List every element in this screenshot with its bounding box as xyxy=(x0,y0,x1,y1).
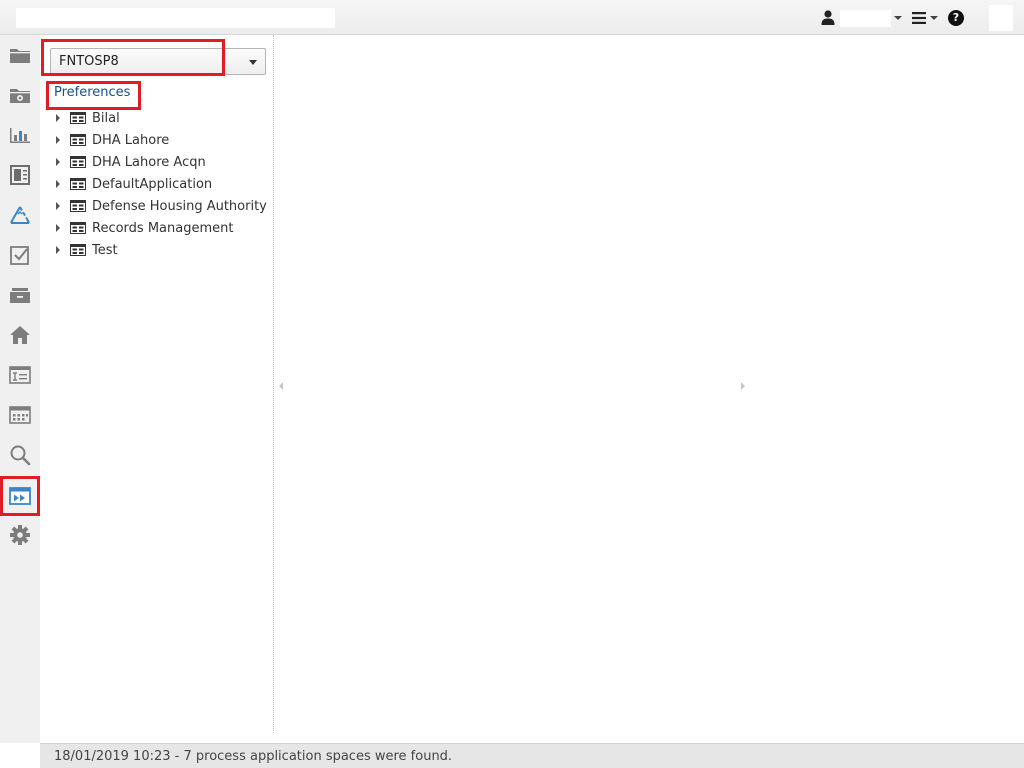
application-space-icon xyxy=(70,244,86,256)
folder-gear-icon xyxy=(10,89,30,103)
collapse-left-icon[interactable] xyxy=(279,382,283,390)
chevron-down-icon[interactable] xyxy=(930,16,938,20)
expand-arrow-icon[interactable] xyxy=(56,158,60,166)
tree-item-bilal[interactable]: Bilal xyxy=(54,107,267,129)
feature-rail xyxy=(0,35,40,743)
rail-item-forms[interactable] xyxy=(4,359,36,391)
connection-point-select[interactable]: FNTOSP8 xyxy=(50,48,266,75)
expand-arrow-icon[interactable] xyxy=(56,136,60,144)
chevron-down-icon[interactable] xyxy=(894,16,902,20)
expand-arrow-icon[interactable] xyxy=(56,202,60,210)
status-bar: 18/01/2019 10:23 - 7 process application… xyxy=(40,743,1024,768)
rail-item-reports[interactable] xyxy=(4,119,36,151)
rail-item-folder-settings[interactable] xyxy=(4,79,36,111)
application-space-icon xyxy=(70,222,86,234)
calendar-grid-icon xyxy=(9,406,31,424)
chevron-down-icon[interactable] xyxy=(249,60,257,65)
rail-item-recycle[interactable] xyxy=(4,199,36,231)
expand-arrow-icon[interactable] xyxy=(56,224,60,232)
tree-item-dha-lahore[interactable]: DHA Lahore xyxy=(54,129,267,151)
expand-arrow-icon[interactable] xyxy=(56,180,60,188)
banner-title-area xyxy=(16,8,335,28)
recycle-icon xyxy=(10,206,30,224)
rail-item-browse[interactable] xyxy=(4,39,36,71)
tree-item-label: Defense Housing Authority xyxy=(92,198,267,214)
preferences-link[interactable]: Preferences xyxy=(54,85,130,100)
content-area xyxy=(275,35,1024,743)
rail-item-settings[interactable] xyxy=(4,519,36,551)
application-space-list: Bilal DHA Lahore DHA Lahore Acqn Default… xyxy=(54,107,267,261)
tree-item-label: Records Management xyxy=(92,220,234,236)
application-space-icon xyxy=(70,112,86,124)
tree-item-defaultapplication[interactable]: DefaultApplication xyxy=(54,173,267,195)
rail-item-inbasket[interactable] xyxy=(4,279,36,311)
inbox-tray-icon xyxy=(10,288,30,303)
rail-item-process-config[interactable] xyxy=(0,476,40,516)
search-icon xyxy=(10,445,31,466)
tree-item-label: DHA Lahore Acqn xyxy=(92,154,206,170)
rail-item-tasks[interactable] xyxy=(4,239,36,271)
rail-item-documents[interactable] xyxy=(4,159,36,191)
expand-arrow-icon[interactable] xyxy=(56,246,60,254)
application-space-icon xyxy=(70,134,86,146)
tree-item-label: DHA Lahore xyxy=(92,132,170,148)
form-text-icon xyxy=(9,366,31,384)
connection-point-value: FNTOSP8 xyxy=(59,54,119,69)
tree-item-records-management[interactable]: Records Management xyxy=(54,217,267,239)
bar-chart-icon xyxy=(10,128,30,143)
application-space-icon xyxy=(70,200,86,212)
hamburger-menu-icon[interactable] xyxy=(912,12,926,24)
tree-item-test[interactable]: Test xyxy=(54,239,267,261)
tree-item-defense-housing-authority[interactable]: Defense Housing Authority xyxy=(54,195,267,217)
help-icon[interactable]: ? xyxy=(948,10,964,26)
tree-item-label: Bilal xyxy=(92,110,120,126)
home-icon xyxy=(10,326,30,344)
navigation-tree-panel: FNTOSP8 Preferences Bilal DHA Lahore DHA… xyxy=(40,35,274,733)
checkbox-task-icon xyxy=(10,246,29,265)
user-icon[interactable] xyxy=(821,10,835,25)
application-space-icon xyxy=(70,178,86,190)
document-panel-icon xyxy=(10,165,30,185)
user-name-field[interactable] xyxy=(840,10,891,27)
gear-icon xyxy=(10,525,30,545)
tree-item-label: DefaultApplication xyxy=(92,176,213,192)
tree-item-dha-lahore-acqn[interactable]: DHA Lahore Acqn xyxy=(54,151,267,173)
rail-item-home[interactable] xyxy=(4,319,36,351)
banner-right-area xyxy=(989,5,1013,31)
tree-item-label: Test xyxy=(92,242,118,258)
collapse-right-icon[interactable] xyxy=(741,382,745,390)
top-banner: ? xyxy=(0,0,1024,35)
expand-arrow-icon[interactable] xyxy=(56,114,60,122)
status-message: 18/01/2019 10:23 - 7 process application… xyxy=(54,749,453,764)
application-space-icon xyxy=(70,156,86,168)
rail-item-calendar[interactable] xyxy=(4,399,36,431)
folder-icon xyxy=(10,49,30,63)
fast-forward-window-icon xyxy=(9,487,31,505)
rail-item-search[interactable] xyxy=(4,439,36,471)
